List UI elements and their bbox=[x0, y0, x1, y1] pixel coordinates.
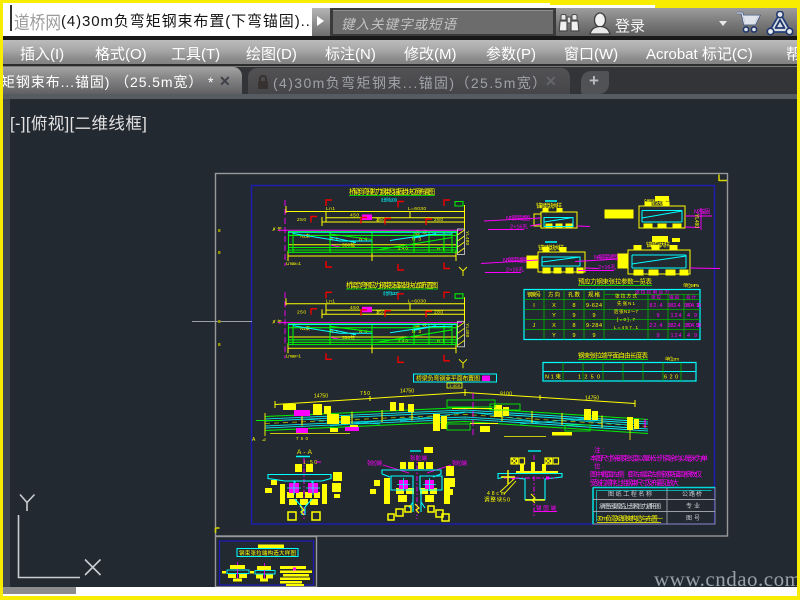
svg-text:图中截面左侧（即左幅梁左侧钢束锚固参数仅: 图中截面左侧（即左幅梁左侧钢束锚固参数仅 bbox=[590, 470, 702, 479]
svg-text:合计: 合计 bbox=[686, 294, 697, 301]
svg-text:9804: 9804 bbox=[684, 303, 694, 309]
svg-text:382.4: 382.4 bbox=[668, 323, 681, 329]
svg-text:14750: 14750 bbox=[400, 389, 414, 395]
svg-text:张拉端: 张拉端 bbox=[452, 459, 467, 467]
svg-text:14750: 14750 bbox=[585, 396, 599, 402]
svg-text:L=457.1: L=457.1 bbox=[614, 325, 638, 330]
svg-text:注:: 注: bbox=[594, 445, 604, 454]
svg-text:8: 8 bbox=[572, 323, 575, 329]
svg-text:982.4: 982.4 bbox=[668, 303, 681, 309]
svg-text:9: 9 bbox=[592, 313, 595, 319]
svg-text:X: X bbox=[552, 323, 556, 329]
svg-text:9: 9 bbox=[656, 333, 659, 339]
svg-text:124: 124 bbox=[671, 313, 682, 319]
svg-text:规格: 规格 bbox=[588, 291, 600, 299]
svg-text:位.: 位. bbox=[594, 461, 604, 470]
svg-text:Ln1: Ln1 bbox=[326, 206, 335, 212]
svg-text:82.4: 82.4 bbox=[650, 303, 663, 309]
svg-text:张拉: 张拉 bbox=[651, 294, 662, 301]
svg-text:（比例1:200）: （比例1:200） bbox=[378, 197, 400, 204]
svg-text:受张拉顺序上抬钢束尺寸及布置见放大: 受张拉顺序上抬钢束尺寸及布置见放大 bbox=[590, 478, 679, 487]
svg-text:孔数: 孔数 bbox=[568, 291, 580, 299]
svg-text:桥梁负弯钢束平面布置图: 桥梁负弯钢束平面布置图 bbox=[416, 375, 480, 383]
svg-text:后张N2～7: 后张N2～7 bbox=[614, 308, 638, 315]
svg-text:124: 124 bbox=[671, 333, 682, 339]
svg-text:✗年: ✗年 bbox=[272, 226, 282, 233]
svg-text:Y: Y bbox=[552, 313, 556, 319]
svg-text:桥梁负弯预应力钢束及锚固齿块立面布置图: 桥梁负弯预应力钢束及锚固齿块立面布置图 bbox=[349, 187, 435, 196]
svg-text:Y: Y bbox=[552, 333, 556, 339]
svg-text:本图尺寸除钢束长度以厘米计外其余均以毫米为单: 本图尺寸除钢束长度以厘米计外其余均以毫米为单 bbox=[590, 454, 708, 463]
svg-text:1:400: 1:400 bbox=[449, 383, 461, 388]
svg-text:30m负弯矩钢束构造与布置一: 30m负弯矩钢束构造与布置一 bbox=[597, 514, 664, 523]
svg-text:张拉端: 张拉端 bbox=[367, 459, 382, 467]
svg-text:N1钢束锚固: N1钢束锚固 bbox=[506, 214, 530, 222]
svg-text:620: 620 bbox=[664, 375, 678, 381]
svg-text:48cm: 48cm bbox=[487, 491, 505, 497]
svg-text:钢束张拉端平面自由长度表: 钢束张拉端平面自由长度表 bbox=[578, 351, 649, 360]
svg-text:9-624: 9-624 bbox=[586, 303, 602, 309]
svg-text:N1束: N1束 bbox=[545, 374, 561, 381]
svg-text:锚固端: 锚固端 bbox=[536, 504, 556, 512]
svg-text:14750: 14750 bbox=[314, 394, 328, 400]
svg-text:9: 9 bbox=[572, 333, 575, 339]
svg-text:桥梁负弯预应力钢束及锚固齿块立面布置图: 桥梁负弯预应力钢束及锚固齿块立面布置图 bbox=[346, 281, 438, 290]
svg-text:A-A: A-A bbox=[297, 449, 313, 456]
svg-text:9: 9 bbox=[656, 313, 659, 319]
svg-text:1250: 1250 bbox=[578, 375, 600, 381]
svg-text:280: 280 bbox=[434, 217, 443, 223]
svg-text:先张N1: 先张N1 bbox=[617, 300, 635, 307]
svg-text:750: 750 bbox=[360, 391, 370, 397]
svg-text:N3钢束锚固: N3钢束锚固 bbox=[503, 256, 527, 264]
svg-text:张拉端: 张拉端 bbox=[410, 454, 427, 462]
svg-text:预应力钢束张拉参数一览表: 预应力钢束张拉参数一览表 bbox=[578, 277, 653, 286]
svg-text:Lmax=1: Lmax=1 bbox=[286, 261, 301, 267]
svg-text:530: 530 bbox=[696, 323, 701, 329]
svg-text:350: 350 bbox=[376, 217, 385, 223]
svg-text:方向: 方向 bbox=[548, 291, 560, 299]
svg-text:单位:cm: 单位:cm bbox=[665, 356, 679, 363]
svg-text:450: 450 bbox=[350, 213, 359, 219]
svg-text:图号: 图号 bbox=[686, 515, 700, 522]
svg-text:钢束张拉端构造大样图: 钢束张拉端构造大样图 bbox=[239, 549, 296, 557]
svg-text:单位:MPa: 单位:MPa bbox=[683, 282, 699, 289]
svg-text:YL480: YL480 bbox=[465, 231, 470, 245]
svg-text:专业: 专业 bbox=[686, 502, 700, 510]
svg-text:8: 8 bbox=[572, 303, 575, 309]
svg-text:公路桥: 公路桥 bbox=[682, 490, 702, 498]
svg-text:A⊿: A⊿ bbox=[252, 437, 266, 443]
svg-text:图纸工程名称: 图纸工程名称 bbox=[608, 490, 652, 498]
svg-text:49: 49 bbox=[687, 313, 697, 319]
svg-text:49: 49 bbox=[687, 333, 697, 339]
svg-text:YL480: YL480 bbox=[693, 214, 699, 228]
svg-text:承德至秦皇岛 上部预应力通用图: 承德至秦皇岛 上部预应力通用图 bbox=[599, 503, 661, 511]
svg-text:L=6030: L=6030 bbox=[408, 206, 426, 212]
svg-text:3804: 3804 bbox=[684, 323, 694, 329]
svg-text:250: 250 bbox=[297, 217, 306, 223]
svg-text:钢束号: 钢束号 bbox=[527, 291, 541, 299]
svg-text:锚固: 锚固 bbox=[669, 294, 680, 301]
svg-text:J: J bbox=[533, 323, 536, 329]
svg-text:9: 9 bbox=[572, 313, 575, 319]
svg-text:2×16孔: 2×16孔 bbox=[598, 263, 616, 271]
svg-text:X: X bbox=[552, 303, 556, 309]
svg-text:9-284: 9-284 bbox=[586, 323, 602, 329]
svg-text:9100: 9100 bbox=[500, 392, 512, 398]
svg-text:110: 110 bbox=[696, 303, 701, 309]
svg-text:750: 750 bbox=[296, 436, 308, 441]
svg-text:I: I bbox=[533, 303, 535, 309]
svg-text:张拉方式: 张拉方式 bbox=[615, 293, 638, 300]
svg-text:9: 9 bbox=[592, 333, 595, 339]
svg-text:22.4: 22.4 bbox=[650, 323, 663, 329]
svg-text:N4: N4 bbox=[359, 237, 367, 243]
svg-text:调整块50: 调整块50 bbox=[484, 496, 510, 504]
